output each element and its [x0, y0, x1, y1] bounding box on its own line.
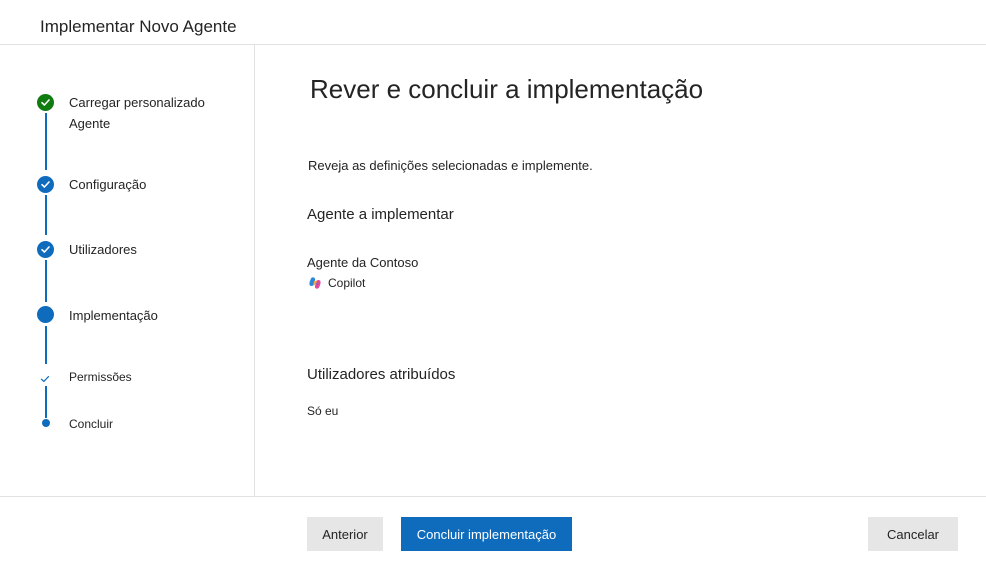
step-complete-check-icon — [37, 241, 54, 258]
step-deployment-label: Implementação — [69, 308, 158, 323]
back-button[interactable]: Anterior — [307, 517, 383, 551]
step-complete-check-icon — [37, 94, 54, 111]
step-current-indicator — [37, 306, 54, 323]
step-users-label: Utilizadores — [69, 242, 137, 257]
dialog-header: Implementar Novo Agente — [0, 0, 986, 45]
step-upload-label-line1: Carregar personalizado — [69, 95, 205, 110]
step-configuration-label: Configuração — [69, 177, 147, 192]
assigned-users-value: Só eu — [307, 404, 339, 418]
agent-app: Copilot — [308, 276, 365, 290]
copilot-icon — [309, 277, 321, 289]
step-connector — [45, 113, 47, 170]
agent-section-heading: Agente a implementar — [307, 206, 454, 223]
step-connector — [45, 386, 47, 418]
step-connector — [45, 260, 47, 302]
step-finish-label: Concluir — [69, 417, 114, 431]
finish-deployment-button[interactable]: Concluir implementação — [401, 517, 572, 551]
step-complete-check-icon — [37, 176, 54, 193]
main-content: Rever e concluir a implementação Reveja … — [256, 45, 986, 496]
step-permissions-label: Permissões — [69, 370, 132, 384]
page-description: Reveja as definições selecionadas e impl… — [308, 158, 593, 173]
wizard-steps: Carregar personalizado Agente Configuraç… — [0, 45, 255, 496]
users-section-heading: Utilizadores atribuídos — [307, 366, 456, 383]
dialog-title: Implementar Novo Agente — [40, 17, 237, 36]
agent-name: Agente da Contoso — [307, 255, 419, 270]
step-connector — [45, 326, 47, 364]
cancel-button[interactable]: Cancelar — [868, 517, 958, 551]
agent-app-name: Copilot — [328, 276, 366, 290]
substep-dot-icon — [42, 419, 50, 427]
page-title: Rever e concluir a implementação — [310, 74, 704, 104]
dialog-footer: Anterior Concluir implementação Cancelar — [0, 496, 986, 562]
step-connector — [45, 195, 47, 235]
step-upload-label-line2: Agente — [69, 116, 111, 131]
